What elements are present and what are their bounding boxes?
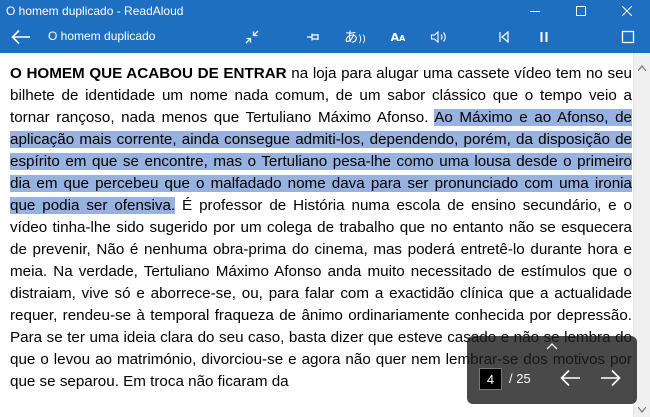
scroll-down-icon[interactable] [638, 407, 646, 413]
close-icon [622, 5, 632, 16]
pin-icon [307, 33, 319, 41]
exit-fullscreen-button[interactable] [240, 26, 264, 48]
current-page-input[interactable]: 4 [479, 368, 502, 390]
document-title: O homem duplicado [48, 29, 156, 43]
stop-icon [621, 30, 635, 44]
voice-language-button[interactable]: あ)) [340, 26, 370, 48]
previous-page-icon[interactable] [559, 369, 581, 387]
scroll-up-icon[interactable] [638, 65, 646, 71]
pause-icon [540, 32, 548, 42]
back-button[interactable] [10, 27, 32, 47]
close-window-button[interactable] [604, 0, 650, 21]
page-navigator: 4 / 25 [467, 336, 637, 404]
chapter-lead: O HOMEM QUE ACABOU DE ENTRAR [10, 65, 287, 82]
chevron-up-icon[interactable] [546, 342, 558, 350]
pin-button[interactable] [302, 26, 326, 48]
maximize-button[interactable] [558, 0, 604, 21]
title-bar: O homem duplicado - ReadAloud [0, 0, 650, 21]
font-size-button[interactable]: AA [386, 26, 410, 48]
back-arrow-icon [11, 29, 30, 45]
maximize-icon [576, 5, 586, 16]
font-size-icon: AA [390, 30, 406, 44]
stop-button[interactable] [616, 26, 640, 48]
pause-button[interactable] [532, 26, 556, 48]
speaker-icon [430, 30, 446, 44]
skip-to-start-button[interactable] [492, 26, 516, 48]
next-page-icon[interactable] [600, 369, 622, 387]
skip-back-icon [499, 30, 509, 44]
minimize-icon [530, 10, 540, 12]
japanese-speech-icon: あ)) [344, 30, 366, 46]
collapse-icon [245, 30, 259, 44]
volume-button[interactable] [427, 26, 451, 48]
window-title: O homem duplicado - ReadAloud [6, 3, 184, 18]
app-bar: O homem duplicado あ)) AA [0, 21, 650, 53]
total-pages-label: / 25 [509, 371, 531, 386]
minimize-button[interactable] [512, 0, 558, 21]
